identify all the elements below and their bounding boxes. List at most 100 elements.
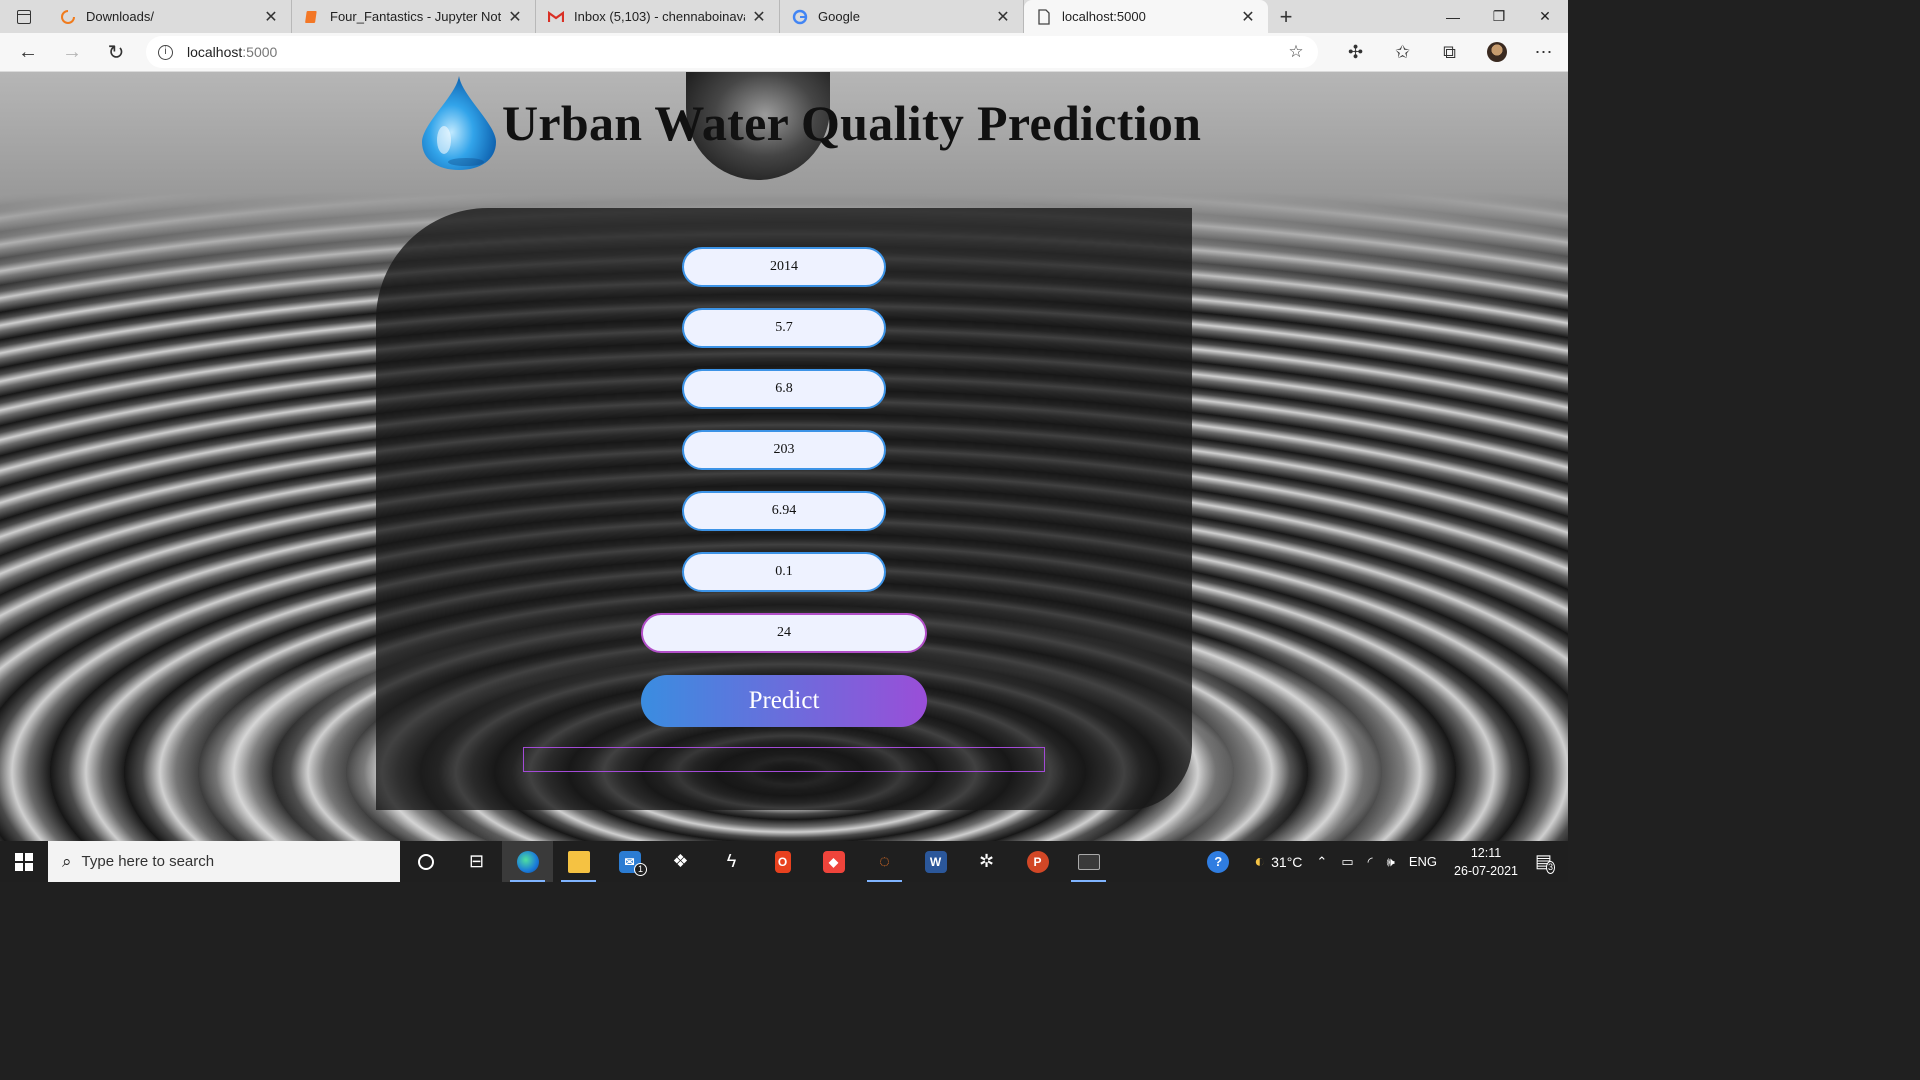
cortana-button[interactable] [400, 841, 451, 882]
windows-taskbar: ⌕ Type here to search ⊟ ✉ 1 ❖ ϟ O ◆ ◌ W … [0, 841, 1568, 882]
tab-google[interactable]: Google ✕ [780, 0, 1024, 33]
tab-actions-icon [17, 9, 31, 24]
toolbar-icons: ✣ ✩ ⧉ ⋯ [1332, 36, 1567, 68]
office-icon: O [774, 850, 791, 873]
favorites-icon[interactable]: ✩ [1379, 36, 1426, 68]
language-indicator[interactable]: ENG [1402, 854, 1444, 869]
extensions-icon[interactable]: ✣ [1332, 36, 1379, 68]
loading-icon [60, 9, 76, 25]
powerpoint-taskbar-icon[interactable]: P [1012, 841, 1063, 882]
close-window-button[interactable]: ✕ [1522, 0, 1568, 33]
input-field-3[interactable] [682, 369, 886, 409]
collections-icon[interactable]: ⧉ [1426, 36, 1473, 68]
lightning-icon: ϟ [726, 851, 737, 871]
wifi-icon[interactable]: ◜ [1361, 854, 1380, 870]
browser-toolbar: ← → ↻ i localhost:5000 ☆ ✣ ✩ ⧉ ⋯ [0, 33, 1568, 72]
forward-button[interactable]: → [50, 36, 94, 68]
search-icon: ⌕ [62, 851, 72, 871]
folder-icon [567, 850, 590, 873]
jupyter-icon [304, 9, 320, 25]
jupyter-icon: ◌ [879, 851, 890, 871]
site-info-icon[interactable]: i [158, 44, 173, 60]
url-port: :5000 [242, 44, 278, 60]
clock-time: 12:11 [1470, 845, 1502, 860]
predict-button[interactable]: Predict [641, 675, 927, 727]
water-drop-icon [422, 76, 496, 170]
taskbar-search-box[interactable]: ⌕ Type here to search [48, 841, 400, 882]
dropbox-taskbar-icon[interactable]: ❖ [655, 841, 706, 882]
windows-logo-icon [15, 852, 33, 871]
input-field-7[interactable] [641, 613, 927, 653]
prediction-result-box [523, 747, 1045, 772]
url-host: localhost [187, 44, 243, 60]
tab-title: Four_Fantastics - Jupyter Notebo [330, 9, 501, 24]
weather-icon: ◐ [1254, 851, 1266, 871]
tab-title: Downloads/ [86, 9, 154, 24]
tab-downloads[interactable]: Downloads/ ✕ [48, 0, 292, 33]
mail-taskbar-icon[interactable]: ✉ 1 [604, 841, 655, 882]
terminal-taskbar-icon[interactable] [1063, 841, 1114, 882]
close-icon[interactable]: ✕ [507, 7, 523, 27]
terminal-icon [1077, 853, 1100, 870]
add-favorite-icon[interactable]: ☆ [1286, 42, 1306, 62]
clock[interactable]: 12:11 26-07-2021 [1444, 844, 1528, 880]
search-placeholder: Type here to search [81, 853, 215, 870]
back-button[interactable]: ← [6, 36, 50, 68]
close-icon[interactable]: ✕ [751, 7, 767, 27]
task-view-icon: ⊟ [468, 851, 485, 871]
notification-badge: 3 [1546, 861, 1555, 874]
window-controls: — ❐ ✕ [1430, 0, 1568, 33]
show-hidden-icons-button[interactable]: ⌃ [1309, 854, 1334, 870]
new-tab-button[interactable]: + [1268, 0, 1304, 33]
help-icon[interactable]: ? [1200, 850, 1236, 873]
notification-center-button[interactable]: ▤ 3 [1528, 851, 1568, 874]
task-view-button[interactable]: ⊟ [451, 841, 502, 882]
minimize-button[interactable]: — [1430, 0, 1476, 33]
word-icon: W [924, 850, 947, 873]
winamp-taskbar-icon[interactable]: ϟ [706, 841, 757, 882]
input-field-6[interactable] [682, 552, 886, 592]
powerpoint-icon: P [1026, 850, 1049, 873]
battery-icon[interactable]: ▭ [1334, 854, 1360, 870]
url-text: localhost:5000 [187, 44, 1286, 60]
anydesk-taskbar-icon[interactable]: ◆ [808, 841, 859, 882]
tab-jupyter[interactable]: Four_Fantastics - Jupyter Notebo ✕ [292, 0, 536, 33]
tab-title: Google [818, 9, 860, 24]
edge-taskbar-icon[interactable] [502, 841, 553, 882]
header: Urban Water Quality Prediction [416, 74, 1201, 172]
tab-localhost[interactable]: localhost:5000 ✕ [1024, 0, 1268, 33]
input-field-4[interactable] [682, 430, 886, 470]
start-button[interactable] [0, 841, 48, 882]
browser-tab-strip: Downloads/ ✕ Four_Fantastics - Jupyter N… [0, 0, 1568, 33]
close-icon[interactable]: ✕ [263, 7, 279, 27]
weather-widget[interactable]: ◐ 31°C [1236, 851, 1309, 872]
weather-temp: 31°C [1271, 853, 1303, 870]
gmail-icon [548, 9, 564, 25]
file-explorer-taskbar-icon[interactable] [553, 841, 604, 882]
page-background: Urban Water Quality Prediction Predict [0, 72, 1568, 841]
tab-actions-menu-button[interactable] [0, 0, 48, 33]
system-tray: ? ◐ 31°C ⌃ ▭ ◜ 🕪 ENG 12:11 26-07-2021 ▤ … [1200, 844, 1568, 880]
restore-button[interactable]: ❐ [1476, 0, 1522, 33]
word-taskbar-icon[interactable]: W [910, 841, 961, 882]
avatar [1486, 42, 1507, 62]
clock-date: 26-07-2021 [1454, 863, 1518, 878]
input-field-5[interactable] [682, 491, 886, 531]
more-menu-icon[interactable]: ⋯ [1520, 36, 1567, 68]
close-icon[interactable]: ✕ [995, 7, 1011, 27]
year-input[interactable] [682, 247, 886, 287]
dropbox-icon: ❖ [672, 851, 689, 871]
refresh-button[interactable]: ↻ [94, 36, 138, 68]
anydesk-icon: ◆ [822, 850, 845, 873]
office-taskbar-icon[interactable]: O [757, 841, 808, 882]
tab-gmail[interactable]: Inbox (5,103) - chennaboinavaru ✕ [536, 0, 780, 33]
input-field-2[interactable] [682, 308, 886, 348]
jupyter-taskbar-icon[interactable]: ◌ [859, 841, 910, 882]
edge-icon [516, 850, 539, 873]
settings-app-taskbar-icon[interactable]: ✲ [961, 841, 1012, 882]
profile-button[interactable] [1473, 36, 1520, 68]
volume-icon[interactable]: 🕪 [1380, 854, 1402, 870]
address-bar[interactable]: i localhost:5000 ☆ [146, 36, 1318, 68]
close-icon[interactable]: ✕ [1240, 7, 1256, 27]
prediction-form-card: Predict [376, 208, 1192, 810]
